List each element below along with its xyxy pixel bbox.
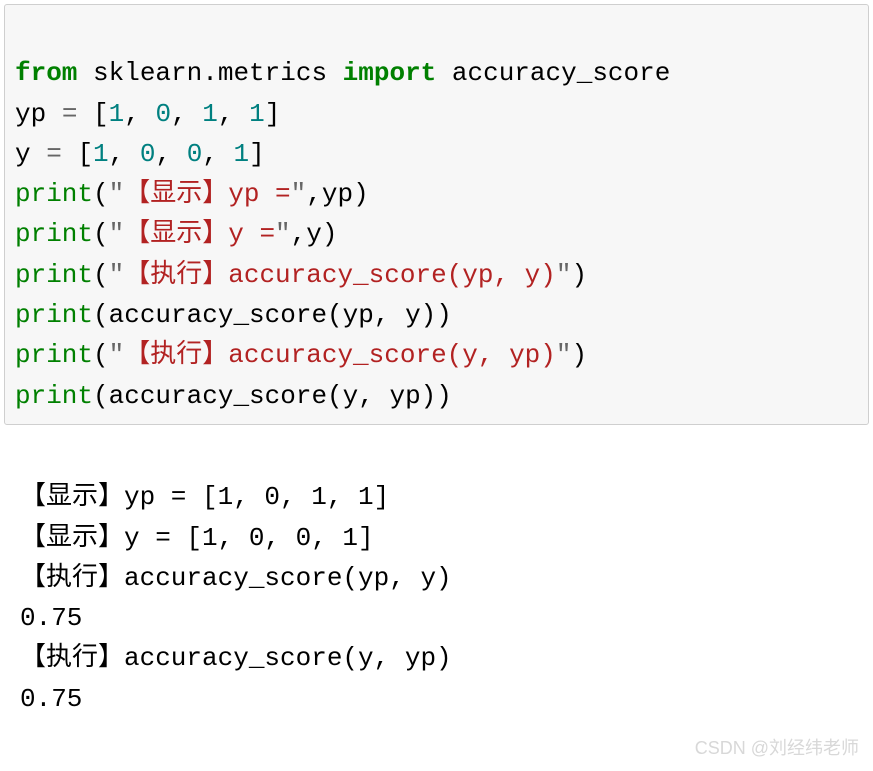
code-line-9: print(accuracy_score(y, yp)) <box>15 381 452 411</box>
output-line-5: 【执行】accuracy_score(y, yp) <box>20 643 452 673</box>
output-line-1: 【显示】yp = [1, 0, 1, 1] <box>20 482 389 512</box>
code-line-8: print("【执行】accuracy_score(y, yp)") <box>15 340 587 370</box>
code-line-5: print("【显示】y =",y) <box>15 219 337 249</box>
keyword-import: import <box>343 58 437 88</box>
code-line-6: print("【执行】accuracy_score(yp, y)") <box>15 260 587 290</box>
output-cell: 【显示】yp = [1, 0, 1, 1] 【显示】y = [1, 0, 0, … <box>4 429 869 767</box>
code-line-1: from sklearn.metrics import accuracy_sco… <box>15 58 670 88</box>
output-line-2: 【显示】y = [1, 0, 0, 1] <box>20 523 374 553</box>
output-line-6: 0.75 <box>20 684 82 714</box>
output-line-4: 0.75 <box>20 603 82 633</box>
code-line-7: print(accuracy_score(yp, y)) <box>15 300 452 330</box>
watermark: CSDN @刘经纬老师 <box>695 735 859 763</box>
code-line-3: y = [1, 0, 0, 1] <box>15 139 265 169</box>
keyword-from: from <box>15 58 77 88</box>
output-line-3: 【执行】accuracy_score(yp, y) <box>20 563 452 593</box>
code-cell: from sklearn.metrics import accuracy_sco… <box>4 4 869 425</box>
code-line-4: print("【显示】yp =",yp) <box>15 179 369 209</box>
code-line-2: yp = [1, 0, 1, 1] <box>15 99 280 129</box>
